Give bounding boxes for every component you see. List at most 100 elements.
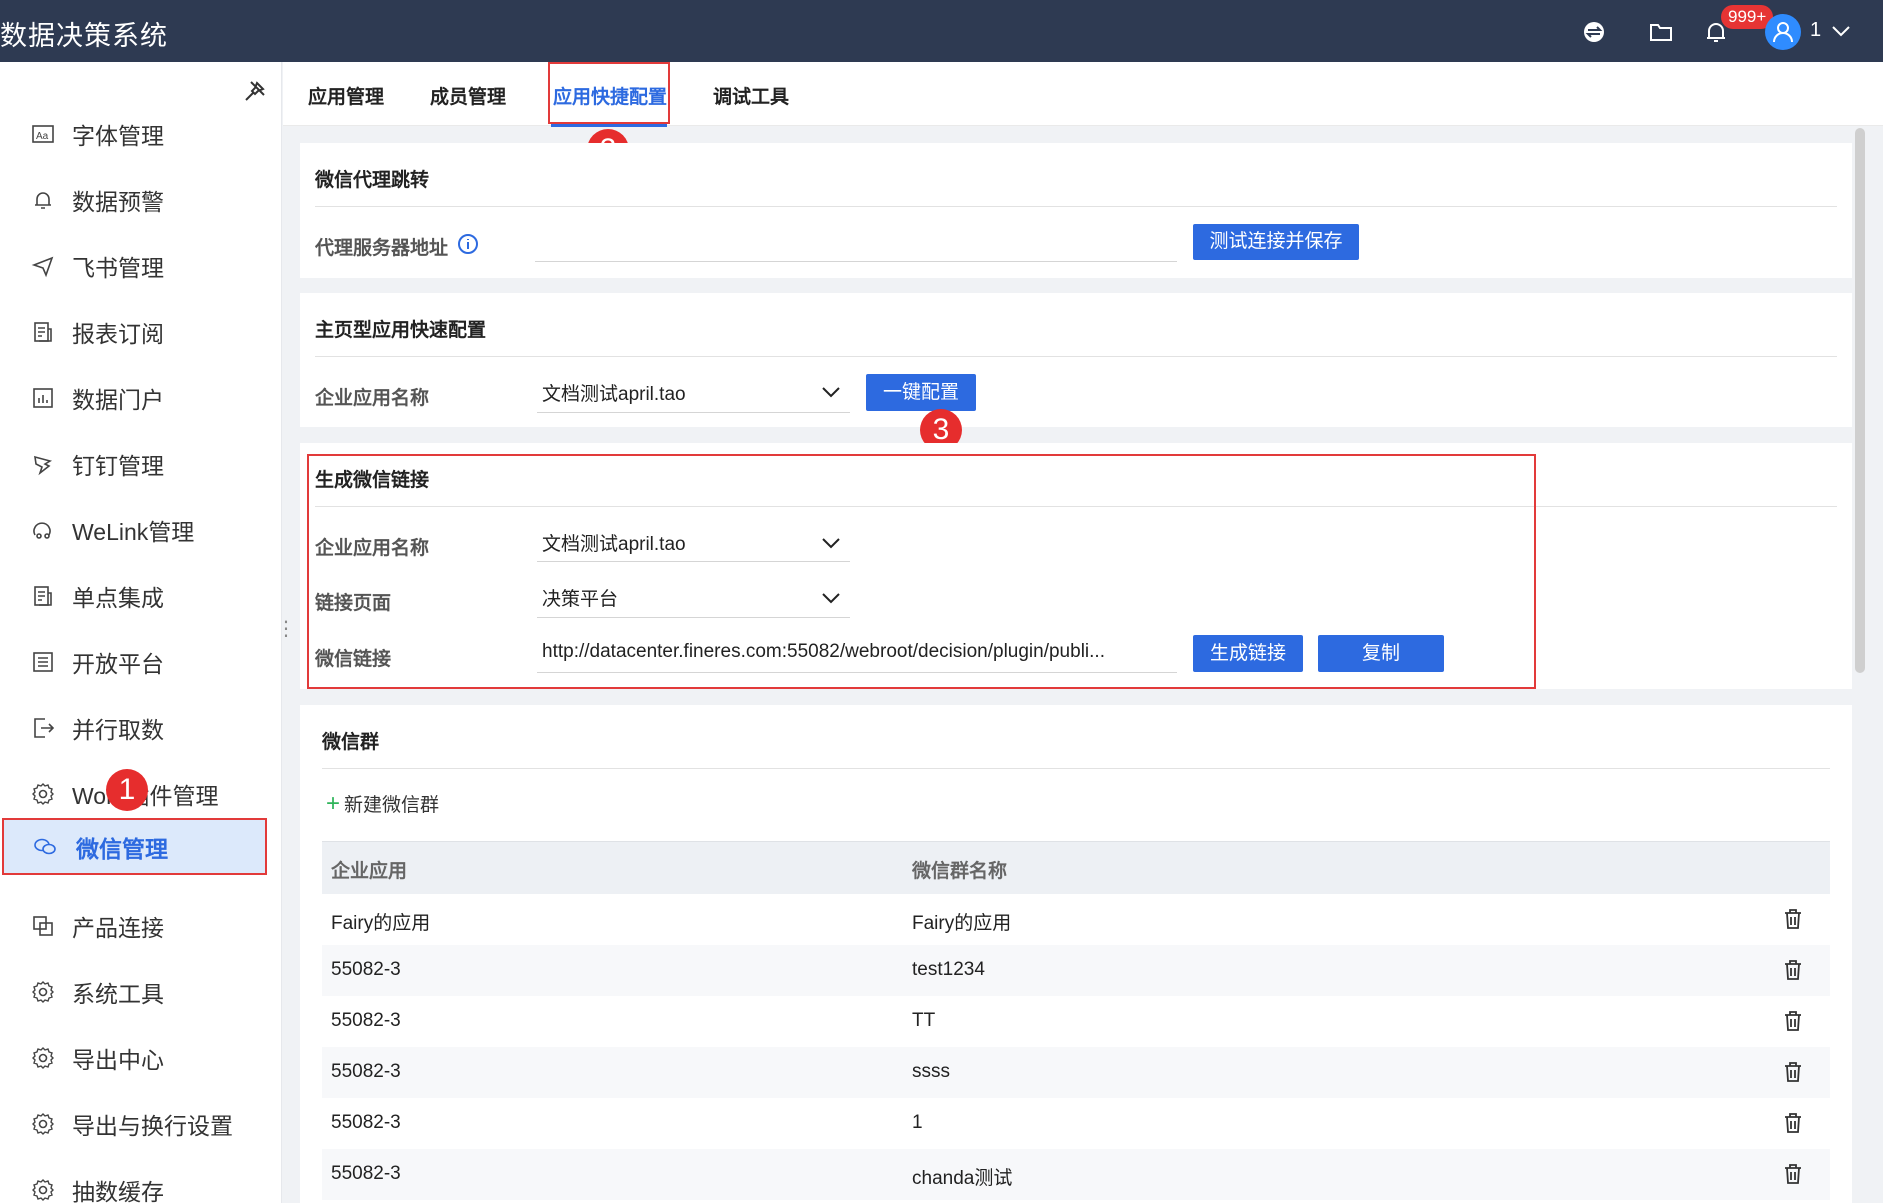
proxy-address-field[interactable] [535, 261, 1177, 262]
tab-app-management[interactable]: 应用管理 [308, 82, 384, 109]
sidebar-item-label: 数据门户 [72, 387, 164, 413]
chevron-down-icon[interactable] [1830, 22, 1852, 40]
font-icon: Aa [30, 121, 56, 147]
cell-enterprise-app: 55082-3 [331, 959, 401, 980]
divider [322, 768, 1830, 769]
wechat-icon [32, 834, 58, 860]
cell-group-name: ssss [912, 1061, 950, 1082]
export-icon [30, 715, 56, 741]
trash-icon[interactable] [1780, 906, 1806, 932]
sidebar-item-label: 产品连接 [72, 915, 164, 941]
new-wechat-group-label: 新建微信群 [344, 795, 440, 816]
sidebar-item-label: 字体管理 [72, 123, 164, 149]
info-icon[interactable] [457, 233, 479, 255]
sidebar-item[interactable]: 抽数缓存 [0, 1160, 282, 1203]
trash-icon[interactable] [1780, 1008, 1806, 1034]
sidebar-item[interactable]: 产品连接 [0, 896, 282, 956]
active-tab-indicator [551, 124, 667, 127]
report-icon [30, 583, 56, 609]
list-icon [30, 649, 56, 675]
tab-bar: 应用管理 成员管理 应用快捷配置 调试工具 [283, 62, 1883, 127]
trash-icon[interactable] [1780, 957, 1806, 983]
trash-icon[interactable] [1780, 1110, 1806, 1136]
resize-handle[interactable]: ⋮⋮ [276, 619, 316, 650]
avatar[interactable] [1765, 14, 1801, 50]
bell-icon [30, 187, 56, 213]
cell-group-name: chanda测试 [912, 1168, 1013, 1189]
gear-icon [30, 1111, 56, 1137]
homepage-config-panel: 主页型应用快速配置 企业应用名称 文档测试april.tao 一键配置 [300, 293, 1852, 427]
sidebar-item[interactable]: 单点集成 [0, 566, 282, 626]
cell-group-name: Fairy的应用 [912, 913, 1012, 934]
sidebar-item[interactable]: 并行取数 [0, 698, 282, 758]
folder-icon[interactable] [1647, 18, 1675, 46]
chevron-down-icon[interactable] [821, 385, 841, 399]
test-connection-save-button[interactable]: 测试连接并保存 [1193, 224, 1359, 260]
table-header: 企业应用 微信群名称 [322, 841, 1830, 894]
switch-icon[interactable] [1580, 18, 1608, 46]
cell-enterprise-app: 55082-3 [331, 1163, 401, 1184]
sidebar-item[interactable]: 开放平台 [0, 632, 282, 692]
column-enterprise-app: 企业应用 [331, 861, 408, 882]
highlight-box-tab [548, 62, 670, 124]
sidebar-item-label: 微信管理 [76, 835, 168, 862]
gear-icon [30, 781, 56, 807]
sidebar-item[interactable]: 数据预警 [0, 170, 282, 230]
sidebar-item[interactable]: 微信管理 [2, 818, 267, 875]
user-name[interactable]: 1 [1810, 19, 1821, 42]
top-bar: 数据决策系统 999+ 1 [0, 0, 1883, 62]
sidebar-item[interactable]: 报表订阅 [0, 302, 282, 362]
cell-enterprise-app: 55082-3 [331, 1112, 401, 1133]
sidebar-item-label: 开放平台 [72, 651, 164, 677]
table-row: 55082-3 1 [322, 1098, 1830, 1149]
new-wechat-group-button[interactable]: + 新建微信群 [326, 790, 439, 818]
cell-enterprise-app: Fairy的应用 [331, 913, 431, 934]
welink-icon [30, 517, 56, 543]
sidebar-item[interactable]: 飞书管理 [0, 236, 282, 296]
table-row: Fairy的应用 Fairy的应用 [322, 894, 1830, 945]
link-icon [30, 913, 56, 939]
app-title: 数据决策系统 [0, 21, 168, 51]
sidebar-item-label: 系统工具 [72, 981, 164, 1007]
sidebar-item[interactable]: 系统工具 [0, 962, 282, 1022]
cell-group-name: test1234 [912, 959, 985, 980]
column-group-name: 微信群名称 [912, 861, 1008, 882]
table-row: 55082-3 test1234 [322, 945, 1830, 996]
sidebar-item[interactable]: 钉钉管理 [0, 434, 282, 494]
table-row: 55082-3 ssss [322, 1047, 1830, 1098]
cell-group-name: 1 [912, 1112, 923, 1133]
report-icon [30, 319, 56, 345]
cell-group-name: TT [912, 1010, 936, 1031]
sidebar-item[interactable]: 数据门户 [0, 368, 282, 428]
cell-enterprise-app: 55082-3 [331, 1010, 401, 1031]
sidebar-item-label: 单点集成 [72, 585, 164, 611]
proxy-panel: 微信代理跳转 代理服务器地址 测试连接并保存 [300, 143, 1852, 278]
sidebar-item-label: 报表订阅 [72, 321, 164, 347]
enterprise-app-label: 企业应用名称 [315, 388, 430, 409]
tab-debug-tools[interactable]: 调试工具 [713, 82, 789, 109]
scrollbar[interactable] [1855, 128, 1865, 673]
enterprise-app-select[interactable]: 文档测试april.tao [542, 379, 686, 406]
sidebar-item-label: 数据预警 [72, 189, 164, 215]
plus-icon: + [326, 790, 341, 817]
sidebar-item[interactable]: WeLink管理 [0, 500, 282, 560]
sidebar-item[interactable]: 导出中心 [0, 1028, 282, 1088]
sidebar-item[interactable]: 导出与换行设置 [0, 1094, 282, 1154]
gear-icon [30, 1045, 56, 1071]
trash-icon[interactable] [1780, 1161, 1806, 1187]
pin-icon[interactable] [242, 78, 268, 104]
sidebar-item-label: 导出中心 [72, 1047, 164, 1073]
sidebar-item-label: WeLink管理 [72, 519, 195, 545]
tab-member-management[interactable]: 成员管理 [430, 82, 506, 109]
one-click-config-button[interactable]: 一键配置 [866, 374, 976, 411]
proxy-address-label: 代理服务器地址 [315, 238, 449, 259]
gear-icon [30, 979, 56, 1005]
sidebar-item-label: 钉钉管理 [72, 453, 164, 479]
trash-icon[interactable] [1780, 1059, 1806, 1085]
sidebar-item[interactable]: Aa 字体管理 [0, 104, 282, 164]
dingtalk-icon [30, 451, 56, 477]
table-row: 55082-3 TT [322, 996, 1830, 1047]
enterprise-app-field[interactable] [537, 412, 850, 413]
send-icon [30, 253, 56, 279]
step-marker-1: 1 [106, 769, 148, 811]
